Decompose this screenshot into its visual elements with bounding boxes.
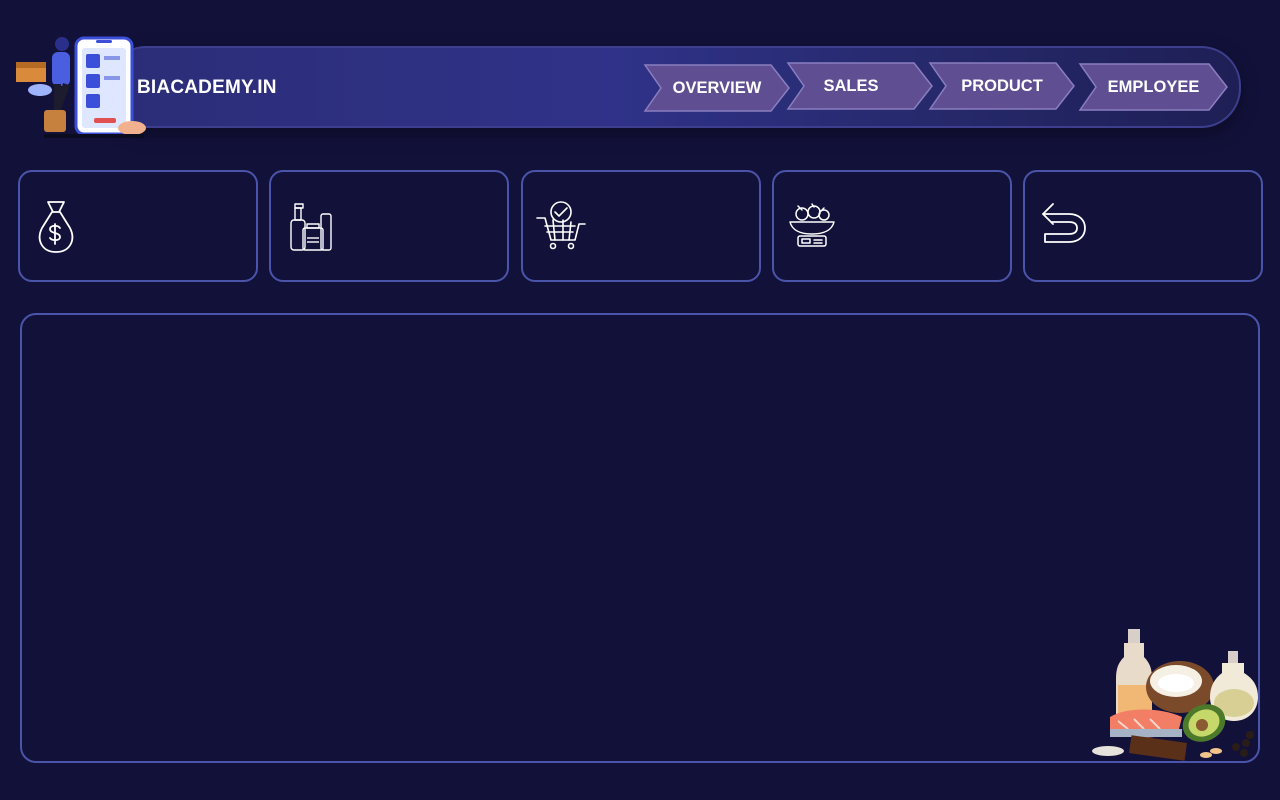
tab-employee[interactable]: EMPLOYEE xyxy=(1078,62,1229,112)
brand-title: BIACADEMY.IN xyxy=(137,77,277,98)
tab-overview[interactable]: OVERVIEW xyxy=(643,63,791,113)
shopping-cart-check-icon xyxy=(536,201,586,250)
healthy-food-illustration xyxy=(1092,629,1258,761)
tab-product-label: PRODUCT xyxy=(961,76,1043,95)
kpi-card-orders xyxy=(521,170,761,282)
kpi-card-products xyxy=(269,170,509,282)
tab-employee-label: EMPLOYEE xyxy=(1107,77,1200,96)
tab-sales-label: SALES xyxy=(823,76,879,95)
money-bag-icon xyxy=(38,201,74,253)
tab-overview-label: OVERVIEW xyxy=(672,78,762,97)
produce-scale-icon xyxy=(789,203,835,247)
main-chart-panel xyxy=(20,313,1260,763)
return-arrow-icon xyxy=(1042,203,1086,243)
tab-product[interactable]: PRODUCT xyxy=(928,61,1076,111)
grocery-products-icon xyxy=(290,203,332,251)
kpi-card-sales xyxy=(18,170,258,282)
delivery-person-phone-illustration xyxy=(16,36,146,138)
kpi-card-quantity xyxy=(772,170,1012,282)
kpi-card-returns xyxy=(1023,170,1263,282)
tab-sales[interactable]: SALES xyxy=(786,61,934,111)
